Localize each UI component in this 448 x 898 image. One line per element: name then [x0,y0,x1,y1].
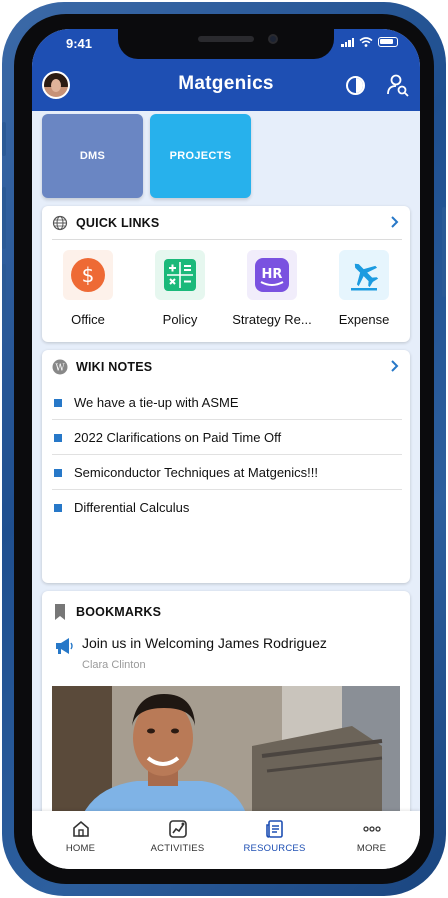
status-icons [341,37,398,47]
wiki-note-label: We have a tie-up with ASME [74,395,239,410]
airplane-icon [351,263,379,291]
contrast-icon[interactable] [346,76,365,95]
bullet [54,468,62,477]
svg-text:HR: HR [262,267,283,282]
svg-text:W: W [55,363,65,373]
quick-link-policy[interactable]: Policy [136,250,224,327]
quick-link-strategy[interactable]: HR Strategy Re... [228,250,316,327]
volume-up-button [2,187,6,249]
app-screen: 9:41 Matgenics DMS PROJECTS QUICK LINKS … [32,29,420,869]
bullet [54,398,62,407]
tab-home[interactable]: HOME [32,819,129,854]
power-button [442,207,446,297]
wiki-notes-title: WIKI NOTES [76,359,153,374]
quick-link-office[interactable]: $ Office [44,250,132,327]
dollar-icon: $ [71,258,105,292]
tab-label: HOME [65,843,96,854]
divider [52,239,402,240]
tab-label: RESOURCES [243,843,306,854]
chevron-right-icon[interactable] [386,214,402,230]
svg-text:$: $ [82,263,95,287]
bookmarks-title: BOOKMARKS [76,604,162,619]
quick-link-label: Expense [338,312,390,327]
wiki-note-item[interactable]: Semiconductor Techniques at Matgenics!!! [52,455,402,490]
tile-projects[interactable]: PROJECTS [150,114,251,198]
volume-down-button [2,264,6,326]
wiki-note-item[interactable]: 2022 Clarifications on Paid Time Off [52,420,402,455]
user-search-icon[interactable] [386,73,410,97]
wiki-note-item[interactable]: We have a tie-up with ASME [52,385,402,420]
bookmark-post-title[interactable]: Join us in Welcoming James Rodriguez [82,635,327,651]
megaphone-icon [56,638,73,654]
signal-icon [341,37,354,47]
calculator-icon [164,259,196,291]
home-icon [72,820,89,837]
quick-link-expense[interactable]: Expense [320,250,408,327]
tab-more[interactable]: MORE [323,819,420,854]
quick-link-icon-tile [339,250,389,300]
side-button [2,122,6,156]
tab-label: ACTIVITIES [150,843,205,854]
chevron-right-icon[interactable] [386,358,402,374]
wiki-note-item[interactable]: Differential Calculus [52,490,402,525]
quick-links-title: QUICK LINKS [76,215,160,230]
more-icon [362,826,381,832]
quick-link-label: Office [71,312,105,327]
quick-links-header[interactable]: QUICK LINKS [52,206,402,239]
wikipedia-icon: W [52,359,68,374]
hr-icon: HR [255,258,289,292]
notch [118,29,334,59]
wiki-note-label: Semiconductor Techniques at Matgenics!!! [74,465,319,480]
wiki-notes-card: W WIKI NOTES We have a tie-up with ASME … [42,350,410,583]
wiki-note-label: 2022 Clarifications on Paid Time Off [74,430,282,445]
battery-icon [378,37,398,47]
tab-resources[interactable]: RESOURCES [226,819,323,854]
tab-activities[interactable]: ACTIVITIES [129,819,226,854]
bullet [54,433,62,442]
bookmarks-card: BOOKMARKS Join us in Welcoming James Rod… [42,591,410,831]
quick-links-card: QUICK LINKS $ Office Policy HR Strategy … [42,206,410,342]
quick-link-icon-tile [155,250,205,300]
bullet [54,503,62,512]
wiki-note-label: Differential Calculus [74,500,190,515]
tile-dms[interactable]: DMS [42,114,143,198]
resources-icon [265,820,283,838]
quick-link-icon-tile: $ [63,250,113,300]
quick-link-label: Strategy Re... [232,312,312,327]
bookmark-post-image[interactable] [52,686,400,816]
bottom-tab-bar: HOME ACTIVITIES RESOURCES MORE [32,811,420,869]
phone-frame: 9:41 Matgenics DMS PROJECTS QUICK LINKS … [2,2,446,896]
quick-link-icon-tile: HR [247,250,297,300]
bookmark-post-author: Clara Clinton [82,659,146,671]
wifi-icon [359,37,373,47]
bookmarks-header: BOOKMARKS [52,595,402,628]
quick-link-label: Policy [162,312,198,327]
tab-label: MORE [356,843,387,854]
activities-icon [168,820,187,838]
wiki-notes-header[interactable]: W WIKI NOTES [52,350,402,383]
globe-icon [52,215,68,230]
status-time: 9:41 [66,36,93,51]
bookmark-icon [55,603,65,620]
